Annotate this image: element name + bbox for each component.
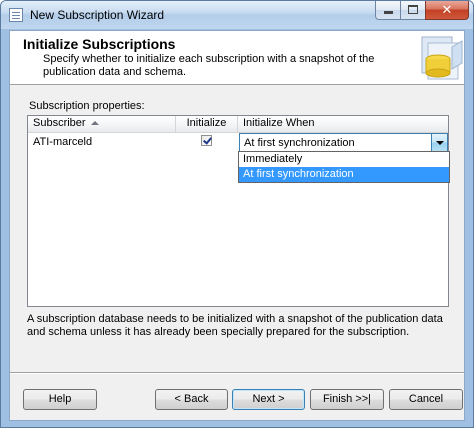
column-header-subscriber[interactable]: Subscriber	[28, 116, 176, 132]
wizard-app-icon	[9, 8, 23, 22]
initialization-note: A subscription database needs to be init…	[27, 313, 443, 338]
page-title: Initialize Subscriptions	[23, 36, 176, 52]
initialize-when-value: At first synchronization	[244, 137, 355, 149]
subscription-properties-grid[interactable]: Subscriber Initialize Initialize When AT…	[27, 115, 449, 307]
wizard-body: Initialize Subscriptions Specify whether…	[9, 30, 465, 421]
grid-header: Subscriber Initialize Initialize When	[28, 116, 448, 133]
chevron-down-icon[interactable]	[431, 134, 447, 151]
wizard-header: Initialize Subscriptions Specify whether…	[10, 31, 464, 85]
button-divider	[10, 372, 464, 374]
close-button[interactable]: ✕	[425, 1, 469, 20]
initialize-checkbox[interactable]	[201, 135, 212, 146]
column-header-initialize[interactable]: Initialize	[176, 116, 238, 132]
table-row[interactable]: ATI-marceld At first synchronization	[28, 132, 448, 152]
maximize-button[interactable]	[400, 1, 426, 20]
column-header-initialize-when[interactable]: Initialize When	[238, 116, 448, 132]
database-wizard-icon	[421, 36, 463, 80]
finish-button[interactable]: Finish >>|	[310, 389, 384, 410]
sort-ascending-icon	[91, 121, 99, 125]
title-bar[interactable]: New Subscription Wizard ✕	[1, 1, 473, 29]
minimize-button[interactable]	[375, 1, 401, 20]
minimize-icon	[383, 11, 393, 14]
back-button[interactable]: < Back	[155, 389, 228, 410]
column-header-subscriber-label: Subscriber	[33, 117, 86, 129]
dropdown-option-at-first-synchronization[interactable]: At first synchronization	[239, 167, 449, 182]
maximize-icon	[408, 5, 418, 14]
wizard-window: New Subscription Wizard ✕ Initialize Sub…	[0, 0, 474, 428]
cancel-button[interactable]: Cancel	[389, 389, 463, 410]
page-description: Specify whether to initialize each subsc…	[43, 53, 375, 78]
next-button[interactable]: Next >	[232, 389, 305, 410]
dropdown-option-immediately[interactable]: Immediately	[239, 152, 449, 167]
initialize-when-combobox[interactable]: At first synchronization	[239, 133, 448, 152]
subscription-properties-label: Subscription properties:	[29, 100, 145, 112]
window-title: New Subscription Wizard	[30, 8, 165, 22]
close-icon: ✕	[441, 2, 453, 17]
subscriber-cell: ATI-marceld	[33, 136, 93, 148]
initialize-when-dropdown-list[interactable]: Immediately At first synchronization	[238, 151, 450, 183]
help-button[interactable]: Help	[23, 389, 97, 410]
